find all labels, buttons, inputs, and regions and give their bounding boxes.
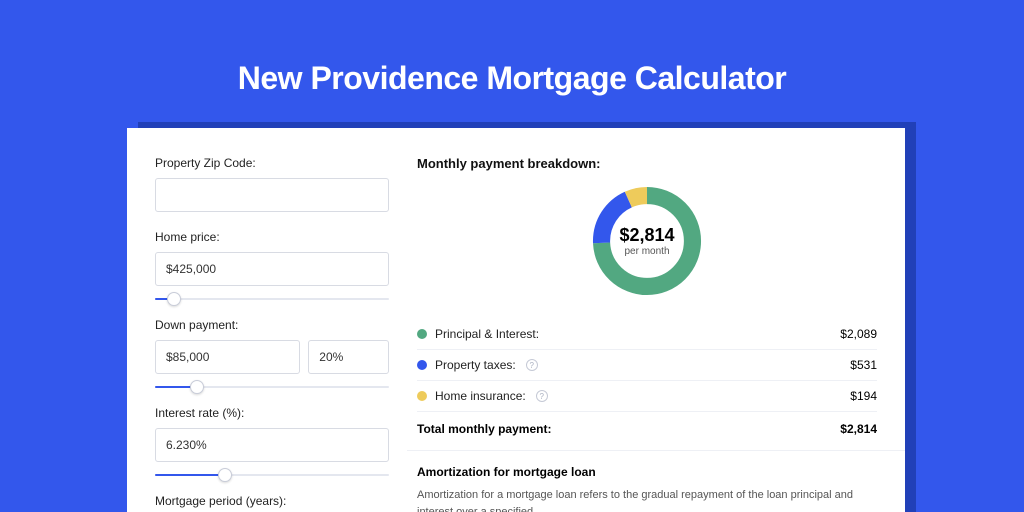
breakdown-title: Monthly payment breakdown:	[417, 156, 877, 171]
dot-icon	[417, 391, 427, 401]
breakdown-panel: Monthly payment breakdown: $2,814 per mo…	[407, 128, 905, 512]
info-icon[interactable]: ?	[526, 359, 538, 371]
legend-value: $194	[850, 389, 877, 403]
dot-icon	[417, 329, 427, 339]
legend-row-principal: Principal & Interest: $2,089	[417, 319, 877, 350]
zip-input[interactable]	[155, 178, 389, 212]
down-slider[interactable]	[155, 380, 389, 394]
amortization-text: Amortization for a mortgage loan refers …	[417, 487, 877, 512]
amortization-title: Amortization for mortgage loan	[417, 465, 877, 479]
donut-chart: $2,814 per month	[417, 181, 877, 301]
down-amount-input[interactable]	[155, 340, 300, 374]
info-icon[interactable]: ?	[536, 390, 548, 402]
price-slider-thumb[interactable]	[167, 292, 181, 306]
donut-center: $2,814 per month	[587, 181, 707, 301]
rate-slider[interactable]	[155, 468, 389, 482]
legend-label: Property taxes:	[435, 358, 516, 372]
legend-label: Home insurance:	[435, 389, 526, 403]
page-background: New Providence Mortgage Calculator Prope…	[0, 0, 1024, 512]
price-input[interactable]	[155, 252, 389, 286]
price-slider[interactable]	[155, 292, 389, 306]
price-field: Home price:	[155, 230, 389, 286]
rate-label: Interest rate (%):	[155, 406, 389, 420]
donut-center-sub: per month	[624, 246, 669, 257]
total-value: $2,814	[840, 422, 877, 436]
rate-input[interactable]	[155, 428, 389, 462]
zip-label: Property Zip Code:	[155, 156, 389, 170]
price-label: Home price:	[155, 230, 389, 244]
down-label: Down payment:	[155, 318, 389, 332]
calculator-card: Property Zip Code: Home price: Down paym…	[127, 128, 905, 512]
donut-center-value: $2,814	[619, 225, 674, 246]
dot-icon	[417, 360, 427, 370]
rate-slider-thumb[interactable]	[218, 468, 232, 482]
legend-row-taxes: Property taxes: ? $531	[417, 350, 877, 381]
legend-value: $2,089	[840, 327, 877, 341]
divider	[407, 450, 905, 451]
down-field: Down payment:	[155, 318, 389, 374]
legend-value: $531	[850, 358, 877, 372]
down-slider-thumb[interactable]	[190, 380, 204, 394]
legend-row-insurance: Home insurance: ? $194	[417, 381, 877, 412]
zip-field: Property Zip Code:	[155, 156, 389, 212]
legend-label: Principal & Interest:	[435, 327, 539, 341]
down-pct-input[interactable]	[308, 340, 389, 374]
total-label: Total monthly payment:	[417, 422, 551, 436]
rate-field: Interest rate (%):	[155, 406, 389, 462]
form-panel: Property Zip Code: Home price: Down paym…	[127, 128, 407, 512]
page-title: New Providence Mortgage Calculator	[0, 0, 1024, 97]
period-label: Mortgage period (years):	[155, 494, 389, 508]
total-row: Total monthly payment: $2,814	[417, 412, 877, 450]
